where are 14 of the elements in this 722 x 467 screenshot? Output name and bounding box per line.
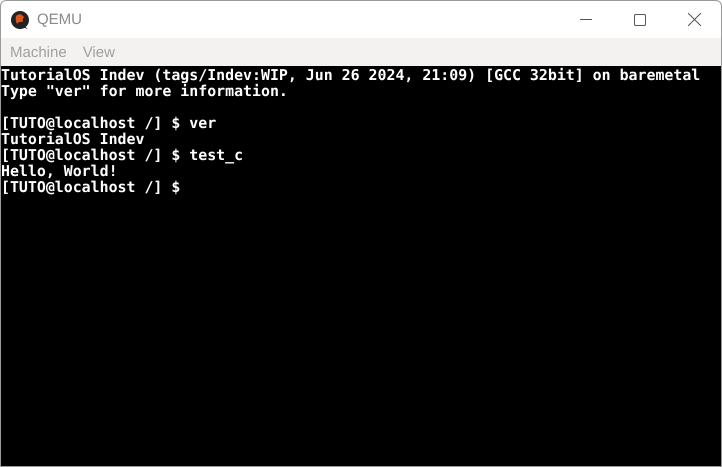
console-line: [TUTO@localhost /] $ test_c xyxy=(1,147,244,163)
app-logo-icon xyxy=(10,10,30,30)
minimize-icon xyxy=(580,19,592,20)
console-line: Type "ver" for more information. xyxy=(1,83,288,99)
console-line: Hello, World! xyxy=(1,163,118,179)
window-title: QEMU xyxy=(37,11,82,28)
console-line: [TUTO@localhost /] $ ver xyxy=(1,115,216,131)
menu-item[interactable]: Machine xyxy=(10,44,67,60)
maximize-icon xyxy=(634,14,646,26)
console-line: [TUTO@localhost /] $ xyxy=(1,179,180,195)
console-line: TutorialOS Indev xyxy=(1,131,144,147)
console-line: TutorialOS Indev (tags/Indev:WIP, Jun 26 2024, 21:09) [GCC 32bit] on baremetal xyxy=(1,67,700,83)
close-icon xyxy=(688,13,700,26)
menu-item[interactable]: View xyxy=(82,44,115,60)
